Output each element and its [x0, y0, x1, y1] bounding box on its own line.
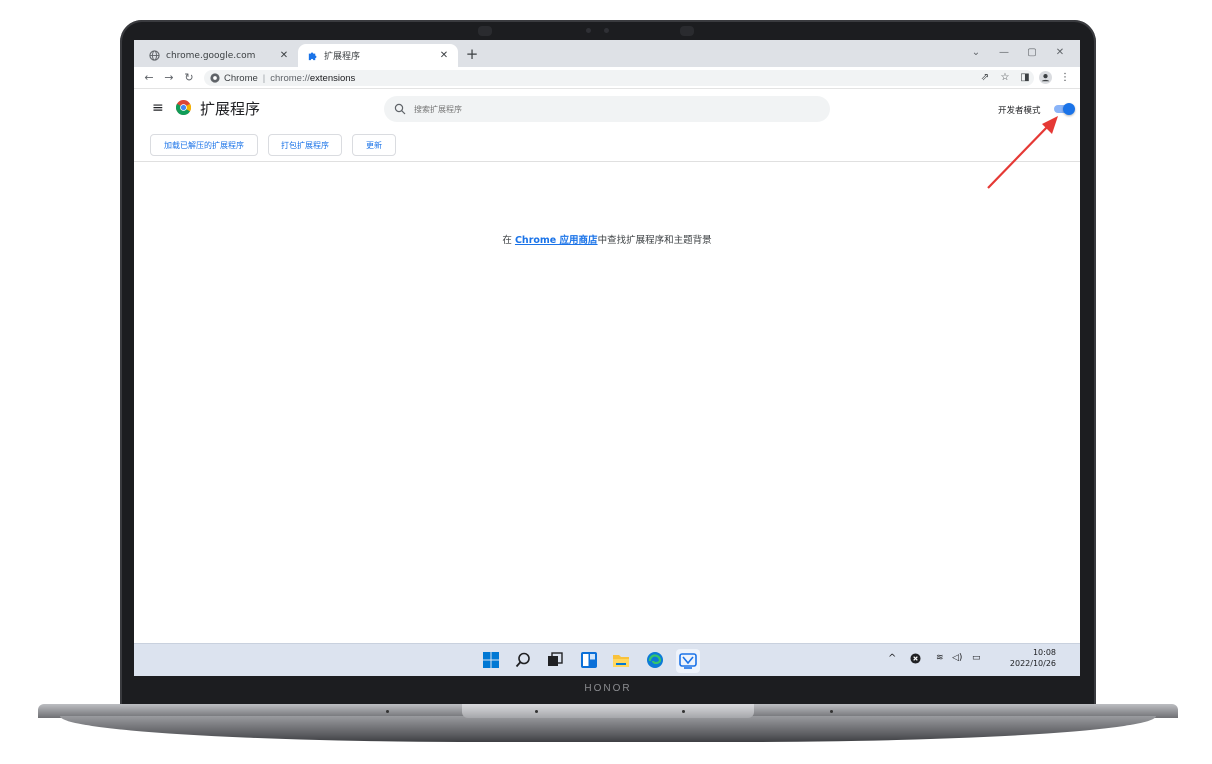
page-title: 扩展程序: [200, 100, 261, 118]
load-unpacked-button[interactable]: 加载已解压的扩展程序: [150, 134, 258, 156]
chevron-up-icon[interactable]: ^: [888, 653, 896, 664]
base-dot: [682, 710, 685, 713]
edge-icon[interactable]: [646, 651, 664, 669]
tab-title: 扩展程序: [324, 52, 361, 62]
task-view-icon[interactable]: [546, 651, 564, 669]
tab-chrome-google[interactable]: chrome.google.com ✕: [140, 44, 298, 67]
search-bar[interactable]: [384, 96, 830, 122]
chrome-small-icon: [210, 73, 220, 83]
forward-icon[interactable]: →: [160, 69, 178, 87]
battery-icon[interactable]: ▭: [972, 653, 981, 663]
empty-state-prefix: 在: [502, 235, 515, 246]
url-scheme: chrome://: [270, 72, 310, 84]
annotation-arrow-icon: [987, 116, 1058, 189]
screen: chrome.google.com ✕ 扩展程序 ✕ + ⌄ — ▢ ✕ ← →…: [134, 40, 1080, 676]
camera-dot: [604, 28, 609, 33]
lid-sensor: [478, 26, 492, 36]
chrome-logo-icon: [176, 100, 191, 115]
bookmark-star-icon[interactable]: ☆: [996, 69, 1014, 87]
empty-state-suffix: 中查找扩展程序和主题背景: [597, 235, 712, 246]
tab-strip: chrome.google.com ✕ 扩展程序 ✕ + ⌄ — ▢ ✕: [134, 40, 1080, 67]
clock-date: 2022/10/26: [1009, 659, 1056, 668]
side-panel-icon[interactable]: ◨: [1016, 69, 1034, 87]
tab-extensions[interactable]: 扩展程序 ✕: [298, 44, 458, 67]
pack-extension-button[interactable]: 打包扩展程序: [268, 134, 342, 156]
toggle-knob: [1063, 103, 1075, 115]
search-icon[interactable]: [514, 651, 532, 669]
web-store-link[interactable]: Chrome 应用商店: [515, 235, 598, 246]
new-tab-button[interactable]: +: [462, 44, 482, 64]
search-input[interactable]: [414, 104, 794, 114]
update-button[interactable]: 更新: [352, 134, 396, 156]
hamburger-menu-icon[interactable]: ≡: [152, 101, 166, 115]
windows-taskbar: ^ ≋ ◁) ▭ 10:08 2022/10/26: [134, 643, 1080, 676]
browser-toolbar: ← → ↻ Chrome | chrome://extensions ⇗ ☆ ◨…: [134, 67, 1080, 89]
base-dot: [386, 710, 389, 713]
brand-logo: HONOR: [584, 683, 632, 694]
security-status-icon[interactable]: [910, 653, 921, 667]
empty-state-message: 在 Chrome 应用商店中查找扩展程序和主题背景: [134, 232, 1080, 246]
site-chip-label: Chrome: [224, 72, 258, 84]
app-active-highlight: [676, 649, 700, 673]
reload-icon[interactable]: ↻: [180, 69, 198, 87]
base-dot: [830, 710, 833, 713]
clock-time: 10:08: [1032, 648, 1056, 657]
laptop-base-bottom: [60, 716, 1156, 742]
tab-title: chrome.google.com: [166, 50, 256, 61]
globe-icon: [148, 50, 160, 62]
site-chip[interactable]: Chrome: [210, 73, 258, 84]
laptop-hinge-notch: [462, 704, 754, 718]
lid-sensor: [680, 26, 694, 36]
camera-dot: [586, 28, 591, 33]
more-menu-icon[interactable]: ⋮: [1056, 69, 1074, 87]
search-icon: [394, 103, 406, 115]
widgets-icon[interactable]: [580, 651, 598, 669]
windows-start-icon[interactable]: [482, 651, 500, 669]
app-icon[interactable]: [679, 652, 697, 670]
profile-avatar-icon[interactable]: [1036, 69, 1054, 87]
address-bar[interactable]: Chrome | chrome://extensions: [204, 70, 1034, 86]
url-path: extensions: [309, 72, 356, 84]
close-icon[interactable]: ✕: [438, 50, 450, 61]
share-icon[interactable]: ⇗: [976, 69, 994, 87]
back-icon[interactable]: ←: [140, 69, 158, 87]
developer-actions: 加载已解压的扩展程序 打包扩展程序 更新: [134, 134, 1080, 162]
minimize-button[interactable]: —: [992, 44, 1016, 62]
base-dot: [535, 710, 538, 713]
address-separator: |: [262, 72, 266, 84]
system-clock[interactable]: 10:08 2022/10/26: [996, 647, 1056, 669]
close-window-button[interactable]: ✕: [1048, 44, 1072, 62]
volume-icon[interactable]: ◁): [952, 653, 962, 663]
close-icon[interactable]: ✕: [278, 50, 290, 61]
tab-search-icon[interactable]: ⌄: [964, 44, 988, 62]
puzzle-icon: [306, 50, 318, 62]
file-explorer-icon[interactable]: [612, 651, 630, 669]
wifi-icon[interactable]: ≋: [936, 653, 944, 663]
extensions-header: ≡ 扩展程序 开发者模式: [134, 90, 1080, 130]
restore-button[interactable]: ▢: [1020, 44, 1044, 62]
